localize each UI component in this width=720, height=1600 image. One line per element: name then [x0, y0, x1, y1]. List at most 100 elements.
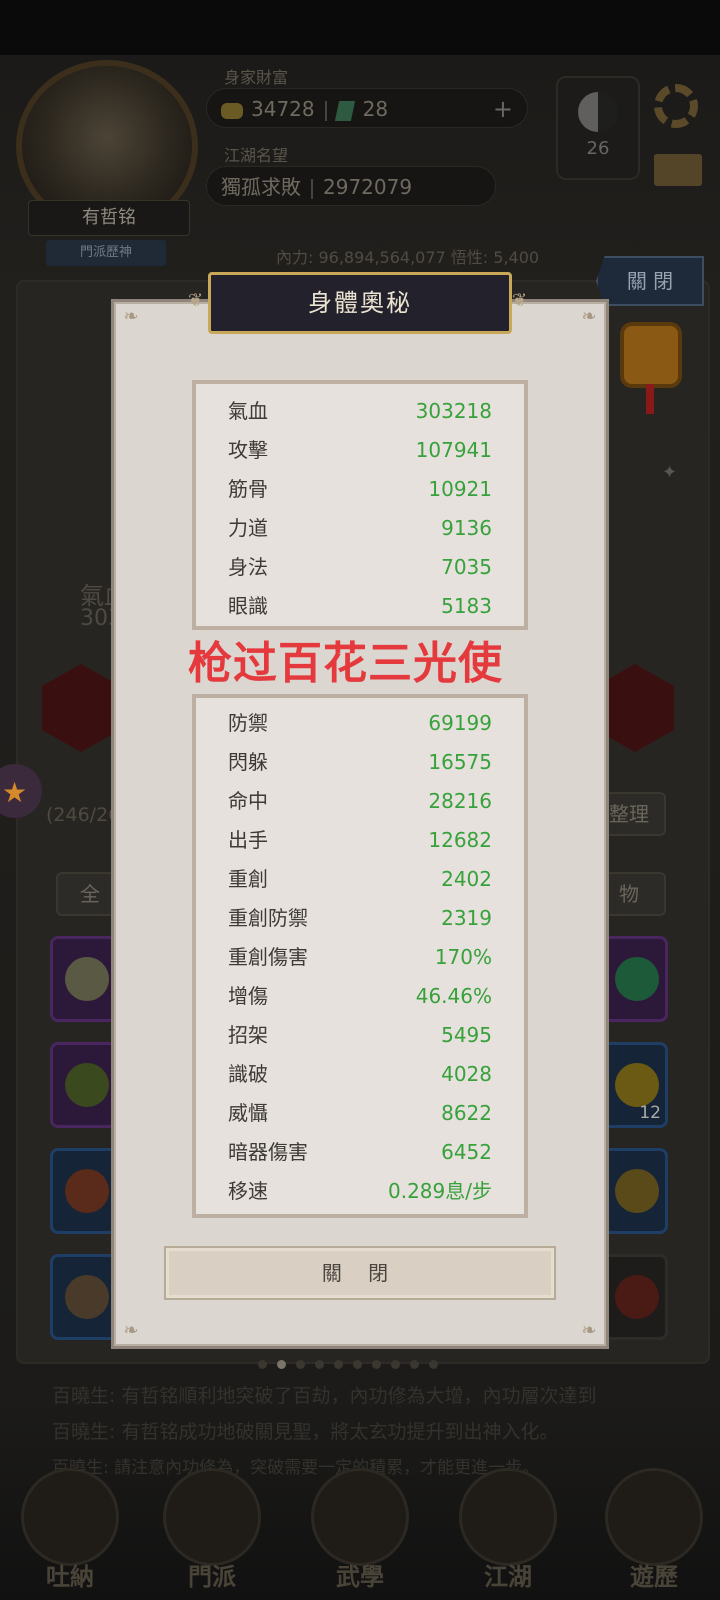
inventory-slot[interactable] [600, 1254, 668, 1340]
inventory-slot[interactable] [50, 1148, 118, 1234]
fame-bar: 獨孤求敗 2972079 [206, 166, 496, 206]
corner-ornament: ❧ [123, 306, 139, 327]
stat-label: 重創防禦 [228, 906, 308, 930]
red-watermark-text: 枪过百花三光使 [188, 638, 503, 689]
stat-label: 重創 [228, 867, 268, 891]
dialog-close-button[interactable]: 關 閉 [164, 1246, 556, 1300]
coin-icon [221, 102, 243, 119]
yin-yang-button[interactable]: 26 [556, 76, 640, 180]
stat-value: 2319 [441, 906, 492, 930]
player-subtitle: 門派歷神 [46, 240, 166, 266]
sparkle-icon: ✦ [662, 462, 678, 483]
stat-label: 移速 [228, 1179, 268, 1203]
inventory-slot[interactable] [600, 936, 668, 1022]
stat-value: 9136 [441, 516, 492, 540]
yin-yang-count: 26 [586, 138, 610, 159]
stat-value: 28216 [428, 789, 492, 813]
panel-close-button[interactable]: 關 閉 [596, 256, 704, 306]
wealth-bar: 34728 28 + [206, 88, 528, 128]
stat-label: 氣血 [228, 399, 268, 423]
stat-value: 0.289息/步 [388, 1179, 492, 1203]
mail-icon[interactable] [654, 154, 702, 186]
stat-label: 防禦 [228, 711, 268, 735]
stat-row: 防禦 69199 [228, 708, 492, 738]
fame-title: 獨孤求敗 [221, 175, 301, 199]
stat-label: 出手 [228, 828, 268, 852]
stat-label: 眼識 [228, 594, 268, 618]
stat-label: 增傷 [228, 984, 268, 1008]
stat-row: 攻擊 107941 [228, 435, 492, 465]
stat-value: 12682 [428, 828, 492, 852]
lantern-icon[interactable] [624, 326, 678, 384]
stat-row: 力道 9136 [228, 513, 492, 543]
stat-row: 重創傷害 170% [228, 942, 492, 972]
stat-row: 重創 2402 [228, 864, 492, 894]
stat-row: 出手 12682 [228, 825, 492, 855]
star-icon: ★ [2, 776, 28, 809]
inventory-slot[interactable]: 12 [600, 1042, 668, 1128]
title-ornament-right: ❦ [512, 290, 528, 311]
nav-martial-arts[interactable]: 武學 [300, 1460, 420, 1600]
nav-jianghu[interactable]: 江湖 [448, 1460, 568, 1600]
fame-value: 2972079 [323, 175, 413, 199]
nav-sect[interactable]: 門派 [152, 1460, 272, 1600]
yin-yang-icon [578, 92, 618, 132]
corner-ornament: ❧ [581, 306, 597, 327]
bottom-nav: 吐納 門派 武學 江湖 遊歷 [0, 1460, 720, 1600]
stat-value: 69199 [428, 711, 492, 735]
inventory-count: (246/26 [46, 804, 121, 826]
neili-stats-line: 內力: 96,894,564,077 悟性: 5,400 [276, 248, 540, 267]
stat-label: 攻擊 [228, 438, 268, 462]
stat-value: 8622 [441, 1101, 492, 1125]
stat-row: 重創防禦 2319 [228, 903, 492, 933]
stat-value: 2402 [441, 867, 492, 891]
wealth-label: 身家財富 [224, 68, 289, 87]
inventory-slot[interactable] [600, 1148, 668, 1234]
stat-value: 4028 [441, 1062, 492, 1086]
inventory-slot[interactable] [50, 1042, 118, 1128]
stat-value: 303218 [415, 399, 492, 423]
stat-value: 5183 [441, 594, 492, 618]
log-line-2: 百曉生: 有哲铭成功地破關見聖，將太玄功提升到出神入化。 [52, 1421, 559, 1443]
stat-row: 招架 5495 [228, 1020, 492, 1050]
log-line-1: 百曉生: 有哲铭順利地突破了百劫，內功修為大增，內功層次達到 [52, 1385, 597, 1407]
stat-label: 識破 [228, 1062, 268, 1086]
stat-label: 招架 [228, 1023, 268, 1047]
stat-label: 力道 [228, 516, 268, 540]
stat-label: 身法 [228, 555, 268, 579]
stat-row: 威懾 8622 [228, 1098, 492, 1128]
gem-count: 28 [362, 97, 389, 121]
stat-value: 46.46% [415, 984, 492, 1008]
stat-row: 身法 7035 [228, 552, 492, 582]
corner-ornament: ❧ [581, 1320, 597, 1341]
nav-travel[interactable]: 遊歷 [594, 1460, 714, 1600]
stat-label: 重創傷害 [228, 945, 308, 969]
lantern-tassel [646, 384, 654, 414]
stat-label: 筋骨 [228, 477, 268, 501]
primary-stats-panel: 氣血 303218 攻擊 107941 筋骨 10921 力道 9136 身法 7035 … [192, 380, 528, 630]
stat-row: 移速 0.289息/步 [228, 1176, 492, 1206]
stat-label: 暗器傷害 [228, 1140, 308, 1164]
stat-value: 7035 [441, 555, 492, 579]
settings-gear-icon[interactable] [654, 84, 698, 128]
stat-row: 眼識 5183 [228, 591, 492, 621]
item-count: 12 [639, 1103, 661, 1123]
stat-value: 5495 [441, 1023, 492, 1047]
stat-value: 16575 [428, 750, 492, 774]
stat-row: 暗器傷害 6452 [228, 1137, 492, 1167]
secondary-stats-panel: 防禦 69199 閃躲 16575 命中 28216 出手 12682 重創 2402 重… [192, 694, 528, 1218]
nav-breathing[interactable]: 吐納 [10, 1460, 130, 1600]
stat-value: 170% [434, 945, 492, 969]
dialog-title: 身體奧秘 [208, 272, 512, 334]
inventory-slot[interactable] [50, 936, 118, 1022]
stat-row: 閃躲 16575 [228, 747, 492, 777]
coin-count: 34728 [251, 97, 315, 121]
stat-row: 增傷 46.46% [228, 981, 492, 1011]
stat-row: 筋骨 10921 [228, 474, 492, 504]
stat-value: 6452 [441, 1140, 492, 1164]
title-ornament-left: ❦ [188, 290, 204, 311]
page-indicator [258, 1354, 468, 1369]
add-currency-button[interactable]: + [493, 89, 513, 129]
stat-row: 命中 28216 [228, 786, 492, 816]
inventory-slot[interactable] [50, 1254, 118, 1340]
